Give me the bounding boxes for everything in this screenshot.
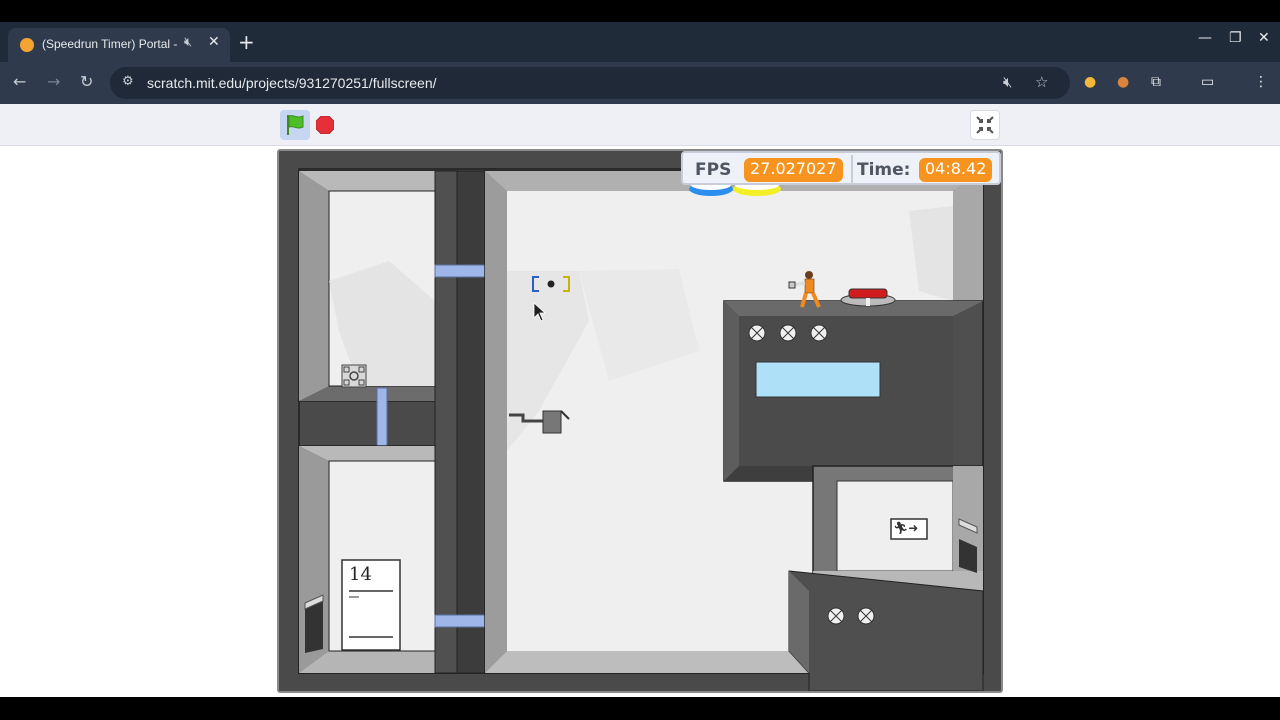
extensions-puzzle-icon[interactable]: ⧉ [1151, 74, 1161, 90]
tab-mute-icon[interactable]: 🔇︎ [184, 35, 192, 50]
floor-button [840, 288, 896, 307]
entrance-door [304, 594, 324, 653]
site-muted-icon[interactable]: 🔇︎ [1003, 73, 1012, 91]
game-stage[interactable]: 14 🏃︎➜ [277, 149, 1003, 693]
new-tab-button[interactable]: + [238, 30, 255, 54]
scratch-controls-bar [0, 104, 1280, 146]
fps-label: FPS [695, 160, 732, 180]
time-value: 04:8.42 [919, 158, 993, 182]
side-panel-icon[interactable]: ▭ [1201, 74, 1214, 90]
exit-sign-icon: 🏃︎➜ [893, 521, 919, 535]
hud-divider [851, 155, 853, 183]
stop-button[interactable] [316, 116, 334, 134]
time-label: Time: [857, 160, 911, 180]
restore-icon[interactable]: ❐ [1229, 30, 1242, 46]
exit-fullscreen-button[interactable] [970, 110, 1000, 140]
tab-strip: (Speedrun Timer) Portal - T 🔇︎ ✕ + — ❐ ✕ [0, 22, 1280, 62]
fps-value: 27.027027 [744, 158, 843, 182]
extension-1-icon[interactable]: ● [1084, 74, 1096, 90]
address-bar[interactable]: ⚙ scratch.mit.edu/projects/931270251/ful… [110, 67, 1070, 99]
back-icon[interactable]: ← [13, 72, 26, 91]
site-info-icon[interactable]: ⚙ [122, 74, 134, 89]
menu-kebab-icon[interactable]: ⋮ [1254, 74, 1268, 90]
game-level-canvas [279, 151, 1001, 691]
reload-icon[interactable]: ↻ [80, 72, 93, 91]
exit-fullscreen-icon [976, 116, 994, 134]
top-left-room [298, 170, 458, 402]
top-letterbox [0, 0, 1280, 22]
extension-2-icon[interactable]: ● [1117, 74, 1129, 90]
forward-icon[interactable]: → [47, 72, 60, 91]
minimize-icon[interactable]: — [1198, 30, 1212, 46]
level-number: 14 [349, 564, 372, 585]
scratch-favicon-icon [20, 38, 34, 52]
green-flag-icon [287, 115, 304, 135]
tab-title: (Speedrun Timer) Portal - T [42, 37, 180, 51]
url-text[interactable]: scratch.mit.edu/projects/931270251/fulls… [147, 75, 437, 91]
tab-close-icon[interactable]: ✕ [208, 34, 220, 50]
companion-cube [341, 364, 367, 388]
window-close-icon[interactable]: ✕ [1258, 30, 1270, 46]
lower-right-block [788, 570, 984, 691]
green-flag-button[interactable] [280, 110, 310, 140]
speedrun-hud: FPS 27.027027 Time: 04:8.42 [681, 151, 1001, 185]
bottom-letterbox [0, 697, 1280, 720]
fan-vents-upper [748, 324, 828, 342]
browser-toolbar: ← → ↻ ⚙ scratch.mit.edu/projects/9312702… [0, 62, 1280, 104]
bookmark-star-icon[interactable]: ☆ [1035, 73, 1048, 91]
browser-tab[interactable]: (Speedrun Timer) Portal - T 🔇︎ ✕ [8, 28, 230, 62]
